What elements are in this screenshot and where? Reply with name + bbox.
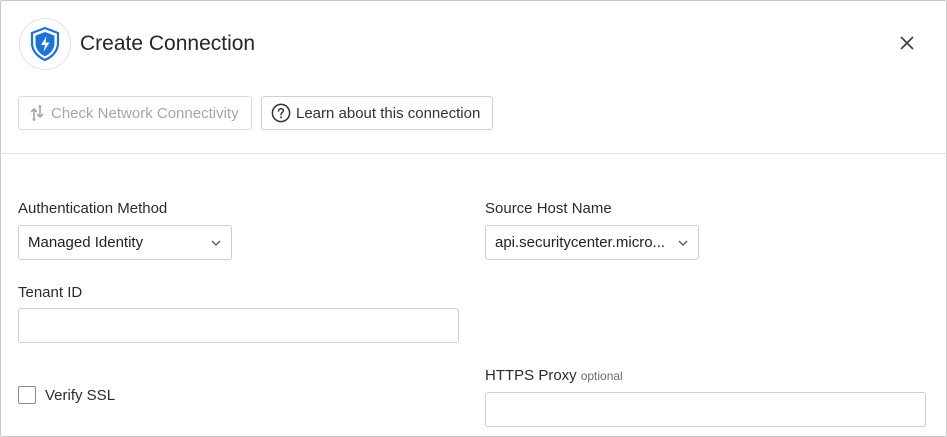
verify-ssl-checkbox[interactable]	[18, 386, 36, 404]
shield-lightning-icon	[30, 26, 60, 62]
help-circle-icon	[271, 103, 291, 123]
https-proxy-label-row: HTTPS Proxy optional	[485, 367, 623, 385]
chevron-down-icon	[210, 239, 222, 247]
check-network-connectivity-label: Check Network Connectivity	[51, 104, 239, 122]
source-host-select[interactable]: api.securitycenter.micro...	[485, 225, 699, 260]
dialog-title: Create Connection	[80, 32, 256, 55]
check-network-connectivity-button[interactable]: Check Network Connectivity	[18, 96, 252, 130]
auth-method-label: Authentication Method	[18, 200, 168, 217]
tenant-id-input[interactable]	[18, 308, 459, 343]
source-host-label: Source Host Name	[485, 200, 612, 217]
https-proxy-input[interactable]	[485, 392, 926, 427]
close-button[interactable]	[894, 30, 920, 56]
network-connectivity-icon	[28, 104, 46, 122]
chevron-down-icon	[677, 239, 689, 247]
connection-logo	[19, 18, 71, 70]
close-icon	[900, 36, 914, 50]
tenant-id-label: Tenant ID	[18, 284, 83, 301]
create-connection-dialog: Create Connection Check Network Connecti…	[0, 0, 947, 437]
auth-method-select[interactable]: Managed Identity	[18, 225, 232, 260]
verify-ssl-label: Verify SSL	[45, 386, 116, 404]
https-proxy-label: HTTPS Proxy	[485, 367, 577, 384]
source-host-value: api.securitycenter.micro...	[495, 234, 666, 251]
learn-about-connection-button[interactable]: Learn about this connection	[261, 96, 493, 130]
optional-tag: optional	[580, 369, 623, 383]
auth-method-value: Managed Identity	[28, 234, 144, 251]
header-divider	[2, 153, 947, 154]
verify-ssl-checkbox-row[interactable]: Verify SSL	[18, 386, 115, 404]
learn-about-connection-label: Learn about this connection	[296, 104, 481, 122]
